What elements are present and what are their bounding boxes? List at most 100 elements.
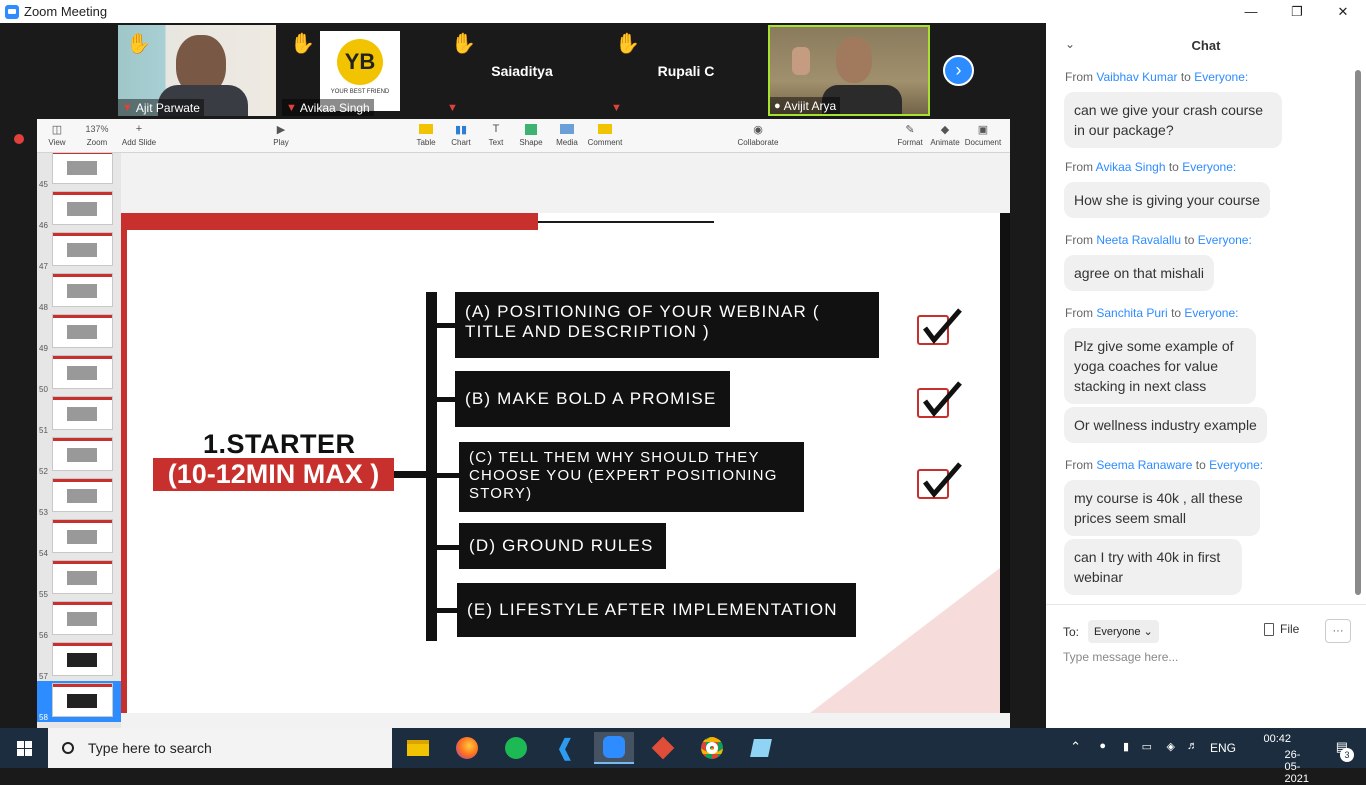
restore-button[interactable]: ❐ xyxy=(1274,0,1320,23)
search-icon xyxy=(62,742,74,754)
participant-name-center: Rupali C xyxy=(657,63,715,79)
participant-tile[interactable]: ✋ YB YOUR BEST FRIEND ▼ Avikaa Singh xyxy=(282,25,440,116)
next-participants-button[interactable]: › xyxy=(943,55,974,86)
start-button[interactable] xyxy=(0,728,48,768)
slide-thumbnail-active[interactable]: 58 xyxy=(37,681,121,722)
animate-icon: ◆ xyxy=(940,123,950,136)
slide-thumbnail[interactable]: 49 xyxy=(37,312,121,353)
participant-status: ▼ xyxy=(607,99,626,116)
muted-mic-icon: ▼ xyxy=(611,101,622,114)
battery-icon[interactable]: ▭ xyxy=(1142,740,1152,753)
participant-tile[interactable]: ✋ Saiaditya ▼ xyxy=(443,25,601,116)
comment-icon xyxy=(587,122,623,136)
slide-thumbnail[interactable]: 45 xyxy=(37,153,121,189)
text-icon: T xyxy=(492,123,500,135)
message-bubble[interactable]: agree on that mishali xyxy=(1064,255,1214,291)
window-titlebar: Zoom Meeting — ❐ ✕ xyxy=(0,0,1366,23)
shape-button[interactable]: Shape xyxy=(519,122,543,147)
media-button[interactable]: Media xyxy=(555,122,579,147)
message-bubble[interactable]: Plz give some example of yoga coaches fo… xyxy=(1064,328,1256,404)
muted-mic-icon: ▼ xyxy=(286,101,297,114)
active-speaker-tile[interactable]: ● Avijit Arya xyxy=(768,25,930,116)
message-bubble[interactable]: my course is 40k , all these prices seem… xyxy=(1064,480,1260,536)
participant-tile[interactable]: ✋ Rupali C ▼ xyxy=(607,25,765,116)
git-icon[interactable] xyxy=(643,732,683,764)
slide-thumbnail[interactable]: 55 xyxy=(37,558,121,599)
windows-logo-icon xyxy=(16,740,32,756)
wifi-icon[interactable]: ◈ xyxy=(1167,740,1175,753)
keynote-toolbar: ◫ View 137% Zoom + Add Slide ▶ Play Table ▮▮… xyxy=(37,119,1010,153)
slide-item-c: (C) TELL THEM WHY SHOULD THEY CHOOSE YOU … xyxy=(459,442,804,512)
collaborate-button[interactable]: ◉ Collaborate xyxy=(737,122,779,148)
slide-thumbnail[interactable]: 52 xyxy=(37,435,121,476)
shared-screen[interactable]: ◫ View 137% Zoom + Add Slide ▶ Play Table ▮▮… xyxy=(37,119,1010,751)
zoom-taskbar-icon[interactable] xyxy=(594,732,634,764)
slide-thumbnail[interactable]: 57 xyxy=(37,640,121,681)
slide-thumbnail[interactable]: 56 xyxy=(37,599,121,640)
slide-thumbnail[interactable]: 51 xyxy=(37,394,121,435)
message-sender: From Neeta Ravalallu to Everyone: xyxy=(1065,233,1252,247)
recipient-dropdown[interactable]: Everyone ⌄ xyxy=(1088,620,1159,643)
play-button[interactable]: ▶ Play xyxy=(273,122,289,148)
zoom-button[interactable]: 137% Zoom xyxy=(79,122,115,147)
slide-thumbnail[interactable]: 54 xyxy=(37,517,121,558)
slide-navigator: 45 46 47 48 49 50 51 52 53 54 55 56 57 5… xyxy=(37,153,121,751)
file-explorer-icon[interactable] xyxy=(398,732,438,764)
checkmark-icon xyxy=(917,462,962,499)
message-bubble[interactable]: Or wellness industry example xyxy=(1064,407,1267,443)
clock-time[interactable]: 00:42 xyxy=(1263,733,1291,745)
message-bubble[interactable]: can we give your crash course in our pac… xyxy=(1064,92,1282,148)
clock-date[interactable]: 26-05-2021 xyxy=(1285,749,1309,785)
slide-item-d: (D) GROUND RULES xyxy=(459,523,666,569)
participant-name: ● Avijit Arya xyxy=(770,97,841,114)
message-bubble[interactable]: How she is giving your course xyxy=(1064,182,1270,218)
vscode-icon[interactable]: ❰ xyxy=(545,732,585,764)
raised-hand-icon: ✋ xyxy=(126,33,151,55)
slide-thumbnail[interactable]: 50 xyxy=(37,353,121,394)
network-warning-icon[interactable]: ● xyxy=(1099,740,1106,752)
message-input[interactable]: Type message here... xyxy=(1063,650,1178,664)
minimize-button[interactable]: — xyxy=(1228,0,1274,23)
participant-name: ▼ Ajit Parwate xyxy=(118,99,204,116)
add-slide-button[interactable]: + Add Slide xyxy=(120,122,158,147)
view-button[interactable]: ◫ View xyxy=(45,122,69,148)
file-button[interactable]: File xyxy=(1264,622,1299,636)
document-button[interactable]: ▣ Document xyxy=(964,122,1002,148)
animate-button[interactable]: ◆ Animate xyxy=(929,122,961,148)
slide-thumbnail[interactable]: 46 xyxy=(37,189,121,230)
chevron-up-icon[interactable]: ⌃ xyxy=(1070,739,1081,755)
more-options-button[interactable]: ··· xyxy=(1325,619,1351,643)
notification-count: 3 xyxy=(1340,748,1354,762)
close-button[interactable]: ✕ xyxy=(1320,0,1366,23)
window-title: Zoom Meeting xyxy=(24,4,108,19)
checkmark-icon xyxy=(917,308,962,345)
text-button[interactable]: T Text xyxy=(487,122,505,147)
media-icon xyxy=(555,122,579,136)
slide-thumbnail[interactable]: 53 xyxy=(37,476,121,517)
microphone-icon[interactable]: ▮ xyxy=(1123,740,1129,753)
notepad-icon[interactable] xyxy=(741,732,781,764)
taskbar-search[interactable]: Type here to search xyxy=(48,728,392,768)
spotify-icon[interactable] xyxy=(496,732,536,764)
raised-hand-icon: ✋ xyxy=(615,33,640,55)
format-button[interactable]: ✎ Format xyxy=(896,122,924,148)
participant-tile[interactable]: ✋ ▼ Ajit Parwate xyxy=(118,25,276,116)
participant-status: ▼ xyxy=(443,99,462,116)
slide-canvas: 1.STARTER (10-12MIN MAX ) (A) POSITIONIN… xyxy=(121,213,1010,713)
yb-logo-icon: YB xyxy=(337,39,383,85)
chart-button[interactable]: ▮▮ Chart xyxy=(450,122,472,148)
chat-scrollbar[interactable] xyxy=(1355,70,1361,595)
slide-subtitle: (10-12MIN MAX ) xyxy=(153,458,394,491)
volume-icon[interactable]: ♬ xyxy=(1187,740,1198,752)
shape-icon xyxy=(519,122,543,136)
table-button[interactable]: Table xyxy=(415,122,437,147)
message-bubble[interactable]: can I try with 40k in first webinar xyxy=(1064,539,1242,595)
slide-thumbnail[interactable]: 47 xyxy=(37,230,121,271)
firefox-icon[interactable] xyxy=(447,732,487,764)
chrome-icon[interactable] xyxy=(692,732,732,764)
language-indicator[interactable]: ENG xyxy=(1210,741,1236,755)
comment-button[interactable]: Comment xyxy=(587,122,623,147)
slide-thumbnail[interactable]: 48 xyxy=(37,271,121,312)
view-icon: ◫ xyxy=(51,123,63,136)
play-icon: ▶ xyxy=(276,123,286,136)
